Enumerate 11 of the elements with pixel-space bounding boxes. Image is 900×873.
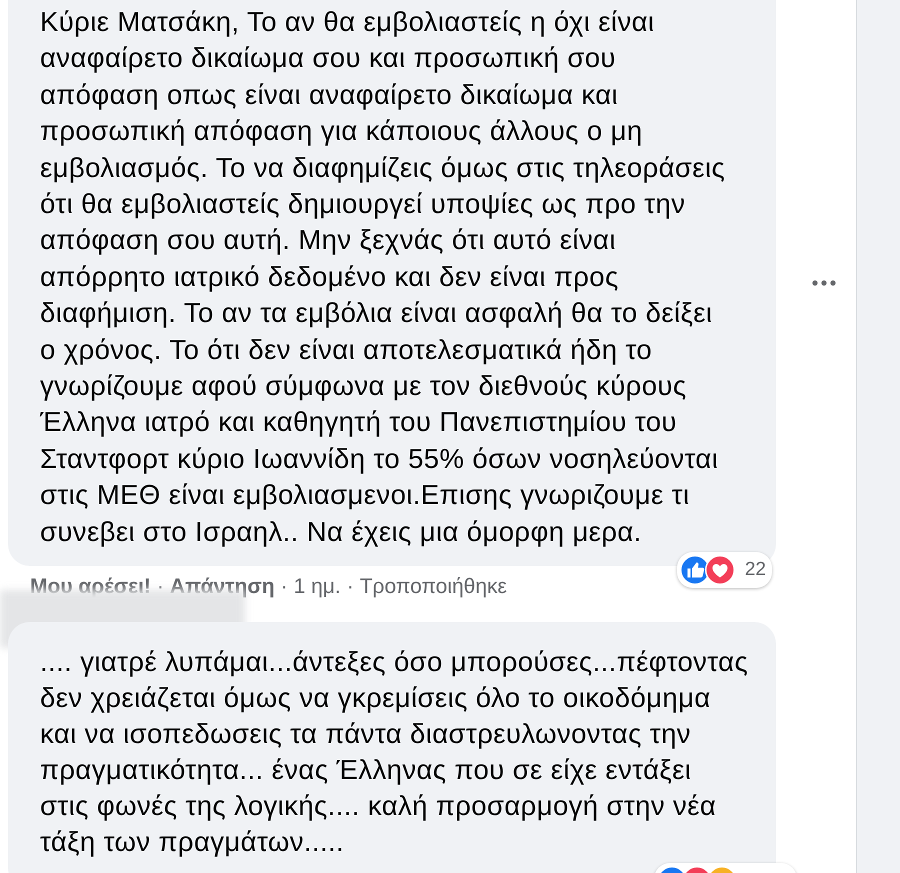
- reaction-badge[interactable]: 22: [676, 552, 772, 588]
- comment-text: Κύριε Ματσάκη, Το αν θα εμβολιαστείς η όχι είναι αναφαίρετο δικαίωμα σου και προσωπική σου απόφαση οπως είναι αναφαίρετο δικαίωμα και προσωπική απόφαση για κάποιους άλλους ο μη εμβολιασμός. Το να διαφημίζεις όμως στις τηλεοράσεις ότι θα εμβολιαστείς δημιουργεί υποψίες ως προ την απόφαση σου αυτή. Μην ξεχνάς ότι αυτό είναι απόρρητο ιατρικό δεδομένο και δεν είναι προς διαφήμιση. Το αν τα εμβόλια είναι ασφαλή θα το δείξει ο χρόνος. Το ότι δεν είναι αποτελεσματικά ήδη το γνωρίζουμε αφού σύμφωνα με τον διεθνούς κύρους Έλληνα ιατρό και καθηγητή του Πανεπιστημίου του Σταντφορτ κύριο Ιωαννίδη το 55% όσων νοσηλεύονται στις ΜΕΘ είναι εμβολιασμενοι.Επισης γνωριζουμε τι συνεβει στο Ισραηλ.. Να έχεις μια όμορφη μερα.: [40, 5, 726, 549]
- reply-link[interactable]: Απάντηση: [170, 575, 275, 600]
- edited-label: Τροποποιήθηκε: [360, 575, 507, 600]
- separator-dot: ·: [156, 575, 164, 600]
- comment-text: .... γιατρέ λυπάμαι...άντεξες όσο μπορούσες...πέφτοντας δεν χρειάζεται όμως να γκρεμίσεις όλο το οικοδόμημα και να ισοπεδωσεις τα πάντα διαστρευλωνοντας την πραγματικότητα... ένας Έλληνας που σε είχε εντάξει στις φωνές της λογικής.... καλή προσαρμογή στην νέα τάξη των πραγμάτων.....: [40, 645, 748, 860]
- separator-dot: ·: [346, 575, 354, 600]
- like-link[interactable]: Μου αρέσει!: [30, 575, 151, 600]
- separator-dot: ·: [280, 575, 288, 600]
- timestamp-link[interactable]: 1 ημ.: [294, 575, 341, 600]
- reaction-count: 22: [744, 559, 766, 582]
